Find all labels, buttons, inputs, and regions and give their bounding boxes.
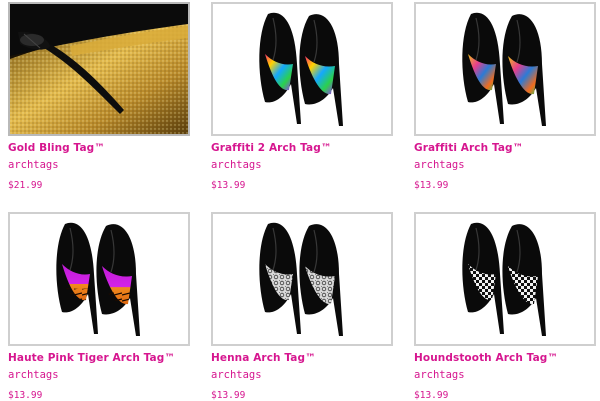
product-price: $13.99 [211,390,246,401]
pink-tiger-heels [56,222,140,336]
product-grid: Gold Bling Tag™ archtags $21.99 Graffiti… [0,0,600,401]
product-title[interactable]: Houndstooth Arch Tag™ [414,352,558,364]
product-image[interactable] [414,2,596,136]
product-image[interactable] [8,2,190,136]
gold-bling-photo [10,4,188,134]
product-price: $13.99 [414,180,449,191]
product-vendor[interactable]: archtags [8,369,59,381]
product-vendor[interactable]: archtags [8,159,59,171]
product-price: $21.99 [8,180,43,191]
product-vendor[interactable]: archtags [414,159,465,171]
product-image[interactable] [211,212,393,346]
product-price: $13.99 [211,180,246,191]
product-title[interactable]: Haute Pink Tiger Arch Tag™ [8,352,175,364]
product-vendor[interactable]: archtags [211,159,262,171]
product-image[interactable] [211,2,393,136]
henna-heels [259,222,343,336]
product-title[interactable]: Gold Bling Tag™ [8,142,105,154]
product-title[interactable]: Graffiti Arch Tag™ [414,142,523,154]
product-vendor[interactable]: archtags [211,369,262,381]
graffiti-2-heels [259,12,343,127]
product-title[interactable]: Graffiti 2 Arch Tag™ [211,142,331,154]
product-vendor[interactable]: archtags [414,369,465,381]
graffiti-heels [462,12,546,127]
product-image[interactable] [414,212,596,346]
product-image[interactable] [8,212,190,346]
product-title[interactable]: Henna Arch Tag™ [211,352,316,364]
product-price: $13.99 [414,390,449,401]
houndstooth-heels [462,222,546,336]
product-price: $13.99 [8,390,43,401]
